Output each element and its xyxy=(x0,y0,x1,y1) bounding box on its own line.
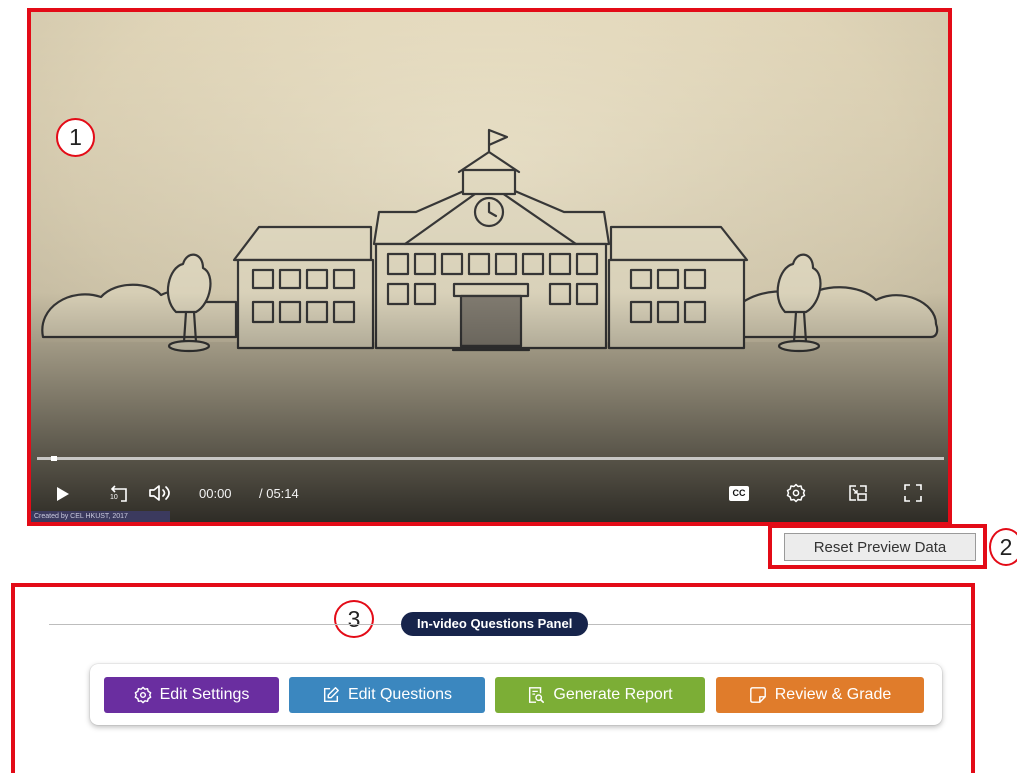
edit-settings-label: Edit Settings xyxy=(159,686,250,703)
generate-report-label: Generate Report xyxy=(553,686,673,703)
settings-icon xyxy=(786,483,806,503)
review-and-grade-label: Review & Grade xyxy=(774,686,892,703)
in-video-questions-panel: In-video Questions Panel Edit Settings E… xyxy=(11,583,975,773)
video-player[interactable]: 10 00:00 / 05:14 CC Created by CEL HKUST… xyxy=(27,8,952,526)
generate-report-button[interactable]: Generate Report xyxy=(495,677,705,713)
fullscreen-icon xyxy=(904,484,922,502)
progress-handle[interactable] xyxy=(51,456,57,461)
current-time: 00:00 xyxy=(199,486,232,501)
rewind-10-button[interactable]: 10 xyxy=(105,480,131,506)
rewind-10-label: 10 xyxy=(110,494,118,501)
callout-marker-1: 1 xyxy=(56,118,95,157)
gear-icon xyxy=(134,686,151,704)
video-frame-school-illustration xyxy=(31,12,948,522)
play-button[interactable] xyxy=(51,482,75,506)
pencil-square-icon xyxy=(323,687,339,703)
edit-questions-label: Edit Questions xyxy=(347,686,453,703)
edit-settings-button[interactable]: Edit Settings xyxy=(104,677,279,713)
settings-button[interactable] xyxy=(784,481,808,505)
total-duration: / 05:14 xyxy=(259,486,299,501)
reset-preview-area: Reset Preview Data xyxy=(768,524,987,569)
volume-icon xyxy=(149,485,170,501)
edit-questions-button[interactable]: Edit Questions xyxy=(289,677,485,713)
fullscreen-button[interactable] xyxy=(901,481,925,505)
reset-preview-data-button[interactable]: Reset Preview Data xyxy=(784,533,976,561)
picture-in-picture-button[interactable] xyxy=(846,481,870,505)
captions-button[interactable]: CC xyxy=(728,484,750,502)
panel-title: In-video Questions Panel xyxy=(401,612,589,636)
note-icon xyxy=(749,687,766,703)
volume-button[interactable] xyxy=(147,481,175,505)
progress-bar[interactable] xyxy=(37,456,944,461)
callout-marker-2: 2 xyxy=(989,528,1017,566)
review-and-grade-button[interactable]: Review & Grade xyxy=(716,677,924,713)
report-search-icon xyxy=(529,687,545,704)
play-icon xyxy=(57,487,69,501)
panel-toolbar: Edit Settings Edit Questions Generate Re… xyxy=(90,664,942,725)
captions-icon: CC xyxy=(729,485,749,501)
video-credit: Created by CEL HKUST, 2017 xyxy=(31,511,170,522)
picture-in-picture-icon xyxy=(849,485,867,501)
